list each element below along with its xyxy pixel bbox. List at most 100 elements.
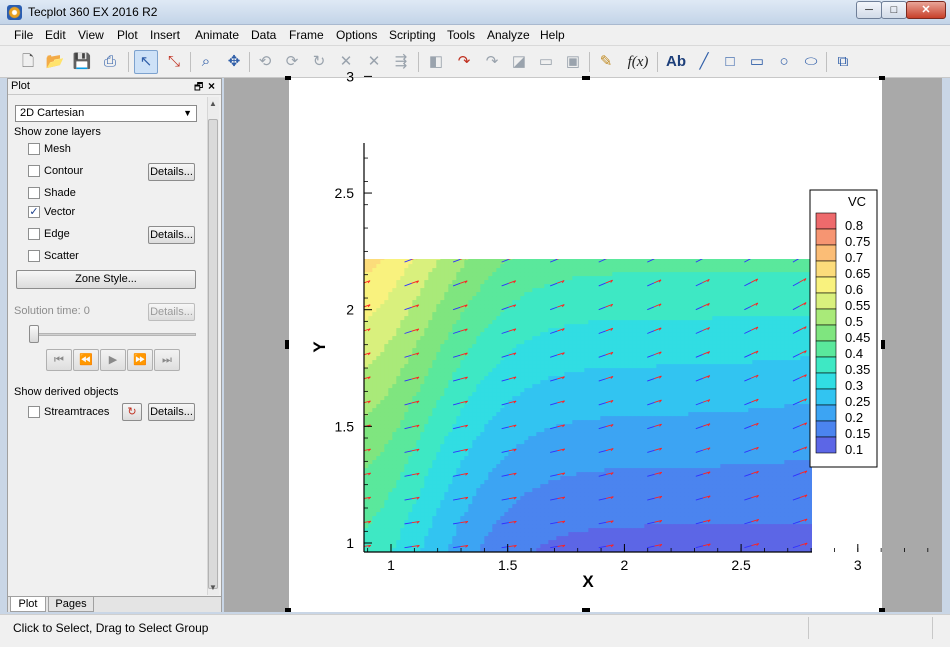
contour-cell	[464, 196, 469, 201]
contour-cell	[420, 68, 425, 73]
contour-cell	[356, 184, 361, 189]
contour-cell	[436, 364, 441, 369]
contour-cell	[448, 60, 453, 65]
contour-cell	[416, 320, 421, 325]
contour-cell	[456, 484, 461, 489]
contour-cell	[344, 40, 349, 45]
contour-cell	[396, 144, 401, 149]
contour-cell	[428, 448, 433, 453]
contour-cell	[456, 0, 461, 5]
contour-cell	[428, 524, 433, 529]
contour-cell	[400, 28, 405, 33]
contour-cell	[356, 132, 361, 137]
contour-cell	[384, 108, 389, 113]
contour-cell	[344, 528, 349, 533]
contour-cell	[460, 368, 465, 373]
contour-cell	[388, 368, 393, 373]
contour-cell	[356, 100, 361, 105]
contour-cell	[380, 156, 385, 161]
contour-cell	[404, 252, 409, 257]
contour-cell	[392, 504, 397, 509]
contour-cell	[428, 16, 433, 21]
contour-cell	[396, 40, 401, 45]
contour-cell	[416, 556, 421, 561]
contour-cell	[432, 340, 437, 345]
contour-cell	[380, 56, 385, 61]
contour-cell	[460, 392, 465, 397]
contour-cell	[368, 404, 373, 409]
contour-cell	[468, 300, 473, 305]
contour-cell	[388, 64, 393, 69]
contour-cell	[448, 456, 453, 461]
contour-cell	[464, 100, 469, 105]
contour-cell	[404, 288, 409, 293]
contour-cell	[452, 488, 457, 493]
contour-cell	[388, 444, 393, 449]
contour-cell	[396, 388, 401, 393]
contour-cell	[384, 276, 389, 281]
contour-cell	[428, 440, 433, 445]
contour-cell	[400, 16, 405, 21]
contour-cell	[388, 472, 393, 477]
contour-cell	[404, 556, 409, 561]
contour-cell	[448, 52, 453, 57]
contour-cell	[364, 348, 369, 353]
contour-cell	[352, 396, 357, 401]
contour-cell	[376, 92, 381, 97]
contour-cell	[352, 444, 357, 449]
contour-cell	[476, 68, 481, 73]
contour-cell	[356, 112, 361, 117]
contour-cell	[472, 344, 477, 349]
contour-cell	[396, 520, 401, 525]
contour-cell	[436, 232, 441, 237]
contour-cell	[416, 216, 421, 221]
contour-cell	[428, 492, 433, 497]
contour-cell	[464, 552, 469, 557]
contour-cell	[404, 104, 409, 109]
contour-cell	[460, 404, 465, 409]
contour-cell	[456, 516, 461, 521]
contour-cell	[364, 532, 369, 537]
contour-cell	[448, 412, 453, 417]
contour-cell	[372, 184, 377, 189]
contour-cell	[460, 440, 465, 445]
contour-cell	[444, 352, 449, 357]
contour-cell	[420, 340, 425, 345]
contour-cell	[472, 128, 477, 133]
contour-cell	[376, 152, 381, 157]
contour-cell	[468, 148, 473, 153]
contour-cell	[448, 144, 453, 149]
contour-cell	[384, 44, 389, 49]
contour-cell	[408, 272, 413, 277]
contour-cell	[428, 104, 433, 109]
contour-cell	[444, 524, 449, 529]
contour-cell	[412, 288, 417, 293]
contour-cell	[460, 152, 465, 157]
contour-cell	[432, 4, 437, 9]
contour-cell	[420, 148, 425, 153]
contour-cell	[412, 92, 417, 97]
contour-cell	[420, 428, 425, 433]
contour-cell	[424, 28, 429, 33]
contour-cell	[416, 528, 421, 533]
contour-cell	[420, 52, 425, 57]
contour-cell	[444, 420, 449, 425]
contour-cell	[364, 84, 369, 89]
contour-cell	[456, 320, 461, 325]
contour-cell	[468, 324, 473, 329]
contour-cell	[404, 272, 409, 277]
contour-cell	[388, 252, 393, 257]
contour-cell	[384, 340, 389, 345]
contour-cell	[432, 380, 437, 385]
contour-cell	[364, 508, 369, 513]
contour-cell	[464, 28, 469, 33]
contour-cell	[384, 160, 389, 165]
contour-cell	[476, 80, 481, 85]
contour-cell	[364, 500, 369, 505]
contour-cell	[364, 160, 369, 165]
contour-cell	[364, 556, 369, 561]
contour-cell	[440, 312, 445, 317]
contour-cell	[436, 476, 441, 481]
contour-cell	[436, 432, 441, 437]
contour-cell	[376, 24, 381, 29]
